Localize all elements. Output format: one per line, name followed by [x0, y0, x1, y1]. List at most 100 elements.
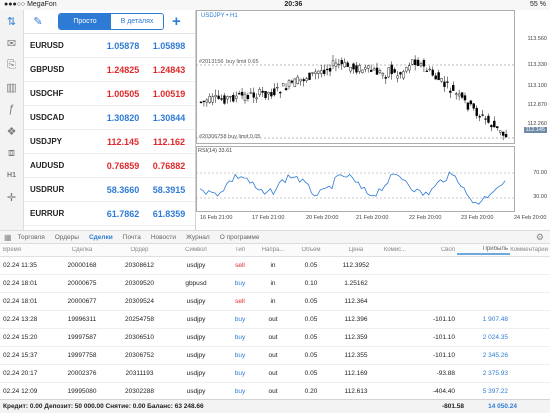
- edit-pencil-icon[interactable]: ✎: [28, 15, 48, 28]
- cell-time: 02.24 12:09: [3, 388, 38, 395]
- new-order-icon[interactable]: ⎘: [0, 54, 23, 76]
- cell-volume: 0.05: [304, 298, 318, 305]
- col-price[interactable]: Цена: [331, 247, 381, 253]
- candle-body: [452, 84, 455, 91]
- col-order[interactable]: Ордер: [112, 247, 167, 253]
- cell-order: 20306510: [125, 334, 154, 341]
- candle-body: [408, 65, 411, 71]
- candle-body: [469, 100, 473, 105]
- rsi-tick: 30.00: [533, 194, 547, 200]
- candle-body: [425, 70, 429, 72]
- candle-body: [481, 114, 484, 116]
- sort-indicator: [457, 252, 510, 255]
- col-volume[interactable]: Объем: [291, 247, 331, 253]
- col-profit-label: Прибыль: [482, 245, 508, 252]
- grid-icon[interactable]: ▦: [4, 233, 12, 242]
- col-time[interactable]: Время: [0, 247, 52, 253]
- account-summary: Кредит: 0.00 Депозит: 50 000.00 Снятие: …: [3, 403, 204, 410]
- mode-simple-button[interactable]: Просто: [59, 14, 111, 29]
- chart-type-icon[interactable]: ⧈: [0, 142, 23, 164]
- timeframe-button[interactable]: H1: [0, 164, 23, 186]
- candle-body: [267, 91, 270, 95]
- cell-volume: 0.05: [304, 316, 318, 323]
- candle-body: [361, 69, 364, 73]
- quote-row[interactable]: EURRUR 61.7862 61.8359: [24, 202, 195, 226]
- quote-row[interactable]: USDJPY 112.145 112.162: [24, 130, 195, 154]
- tab-item[interactable]: Новости: [151, 234, 176, 241]
- tab-item[interactable]: О программе: [220, 234, 260, 241]
- table-row[interactable]: 02.24 11:35 20000168 20308612 usdjpy sell in 0…: [0, 257, 550, 275]
- cell-symbol: usdjpy: [186, 262, 206, 269]
- col-type[interactable]: Тип: [225, 247, 255, 253]
- objects-icon[interactable]: ❖: [0, 120, 23, 142]
- col-profit[interactable]: Прибыль: [457, 246, 510, 255]
- quote-row[interactable]: USDRUR 58.3660 58.3915: [24, 178, 195, 202]
- candle-body: [434, 75, 437, 80]
- cell-price: 112.169: [344, 370, 368, 377]
- quote-ask: 112.162: [152, 136, 186, 147]
- candle-body: [334, 62, 338, 67]
- add-symbol-icon[interactable]: +: [172, 13, 181, 30]
- profit-total: 14 050.24: [488, 403, 517, 410]
- tab-item[interactable]: Ордеры: [55, 234, 79, 241]
- cell-symbol: usdjpy: [186, 388, 206, 395]
- quote-row[interactable]: AUDUSD 0.76859 0.76882: [24, 154, 195, 178]
- col-symbol[interactable]: Символ: [167, 247, 225, 253]
- quote-row[interactable]: EURUSD 1.05878 1.05898: [24, 34, 195, 58]
- trade-icon[interactable]: ⇅: [0, 10, 23, 32]
- rsi-tick: 70.00: [533, 170, 547, 176]
- cell-time: 02.24 18:01: [3, 298, 38, 305]
- candle-body: [340, 60, 344, 65]
- cell-price: 112.613: [344, 388, 368, 395]
- settings-icon[interactable]: ⚙: [536, 232, 544, 243]
- tab-item[interactable]: Журнал: [186, 234, 210, 241]
- table-row[interactable]: 02.24 18:01 20000677 20309524 usdjpy sell in 0…: [0, 293, 550, 311]
- quote-row[interactable]: USDCAD 1.30820 1.30844: [24, 106, 195, 130]
- candle-body: [214, 94, 217, 98]
- candle-body: [457, 93, 461, 97]
- col-commission[interactable]: Комис...: [381, 247, 409, 253]
- indicator-function-icon[interactable]: ƒ: [0, 98, 23, 120]
- price-chart[interactable]: USDJPY • H1 #2013156 buy limit 0.65 #203…: [196, 10, 550, 225]
- quote-row[interactable]: GBPUSD 1.24825 1.24843: [24, 58, 195, 82]
- cell-deal: 20000168: [67, 262, 97, 269]
- candle-body: [372, 68, 376, 71]
- table-row[interactable]: 02.24 20:17 20002376 20311193 usdjpy buy out 0…: [0, 365, 550, 383]
- candle-body: [393, 69, 396, 73]
- candle-body: [504, 134, 508, 138]
- rsi-title: RSI(14) 33.61: [198, 148, 233, 154]
- mode-detailed-button[interactable]: В деталях: [111, 14, 163, 29]
- cell-symbol: usdjpy: [186, 316, 206, 323]
- table-row[interactable]: 02.24 13:28 19996311 20254758 usdjpy buy out 0…: [0, 311, 550, 329]
- chart-canvas[interactable]: [196, 10, 550, 225]
- candle-body: [431, 69, 434, 76]
- crosshair-icon[interactable]: ✛: [0, 186, 23, 208]
- col-direction[interactable]: Напра...: [255, 247, 291, 253]
- time-tick: 21 Feb 20:00: [356, 215, 389, 221]
- table-row[interactable]: 02.24 15:37 19997758 20306752 usdjpy buy out 0…: [0, 347, 550, 365]
- tab-item[interactable]: Почта: [123, 234, 141, 241]
- clock-label: 20:36: [284, 1, 303, 8]
- cell-volume: 0.20: [304, 388, 318, 395]
- price-tick: 112.870: [527, 102, 547, 108]
- bars-icon[interactable]: ▥: [0, 76, 23, 98]
- tab-item[interactable]: Торговля: [18, 234, 45, 241]
- candle-body: [369, 69, 373, 72]
- cell-order: 20308612: [125, 262, 154, 269]
- terminal-tabs: ▦ Торговля Ордеры Сделки Почта Новости Журнал…: [0, 230, 550, 244]
- cell-type: buy: [234, 352, 246, 359]
- candle-body: [416, 59, 420, 66]
- chat-icon[interactable]: ✉: [0, 32, 23, 54]
- quote-bid: 1.30820: [106, 112, 140, 123]
- tab-item[interactable]: Сделки: [89, 234, 113, 241]
- quote-row[interactable]: USDCHF 1.00505 1.00519: [24, 82, 195, 106]
- quote-ask: 61.8359: [152, 208, 186, 219]
- table-row[interactable]: 02.24 18:01 20000675 20309520 gbpusd buy in 0.…: [0, 275, 550, 293]
- col-deal[interactable]: Сделка: [52, 247, 112, 253]
- table-row[interactable]: 02.24 15:20 19997587 20306510 usdjpy buy out 0…: [0, 329, 550, 347]
- cell-type: buy: [234, 280, 246, 287]
- col-comment[interactable]: Комментарий: [510, 247, 550, 253]
- cell-order: 20254758: [125, 316, 154, 323]
- candle-body: [378, 70, 382, 73]
- col-swap[interactable]: Своп: [409, 247, 457, 253]
